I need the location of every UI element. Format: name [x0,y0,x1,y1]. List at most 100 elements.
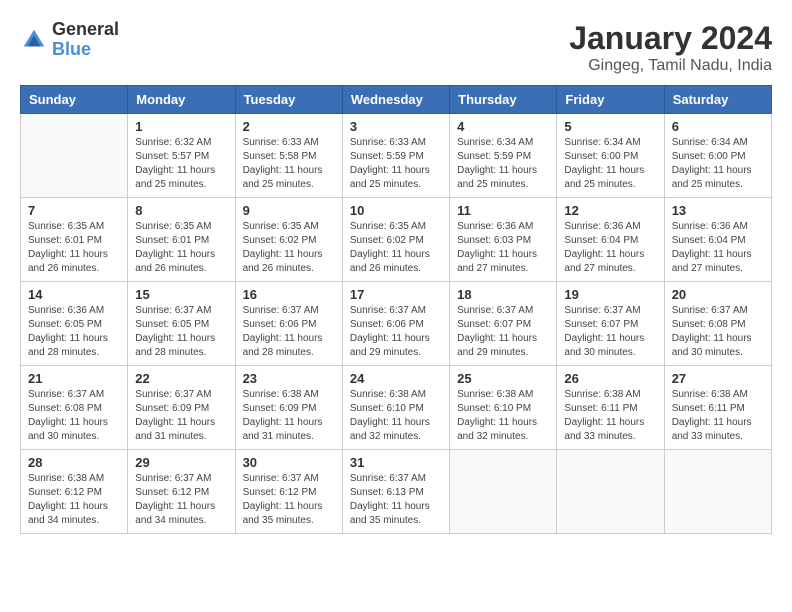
daylight-text: Daylight: 11 hours and 27 minutes. [672,248,764,276]
day-number: 24 [350,371,442,386]
day-number: 16 [243,287,335,302]
day-info: Sunrise: 6:37 AMSunset: 6:07 PMDaylight:… [457,304,549,360]
sunrise-text: Sunrise: 6:35 AM [243,220,335,234]
day-number: 27 [672,371,764,386]
sunset-text: Sunset: 6:02 PM [350,234,442,248]
day-number: 6 [672,119,764,134]
day-number: 29 [135,455,227,470]
calendar-cell: 11Sunrise: 6:36 AMSunset: 6:03 PMDayligh… [450,198,557,282]
weekday-header: Wednesday [342,86,449,114]
calendar-cell: 15Sunrise: 6:37 AMSunset: 6:05 PMDayligh… [128,282,235,366]
calendar-cell: 21 Sunrise: 6:37 AMSunset: 6:08 PMDayligh… [21,366,128,450]
day-info: Sunrise: 6:37 AMSunset: 6:06 PMDaylight:… [243,304,335,360]
logo-line2: Blue [52,40,119,60]
sunrise-text: Sunrise: 6:37 AM [135,304,227,318]
day-number: 30 [243,455,335,470]
day-info: Sunrise: 6:32 AMSunset: 5:57 PMDaylight:… [135,136,227,192]
sunrise-text: Sunrise: 6:36 AM [564,220,656,234]
calendar-cell: 12 Sunrise: 6:36 AMSunset: 6:04 PMDayligh… [557,198,664,282]
sunrise-text: Sunrise: 6:32 AM [135,136,227,150]
daylight-text: Daylight: 11 hours and 32 minutes. [457,416,549,444]
daylight-text: Daylight: 11 hours and 31 minutes. [135,416,227,444]
calendar-cell: 16 Sunrise: 6:37 AMSunset: 6:06 PMDayligh… [235,282,342,366]
sunrise-text: Sunrise: 6:34 AM [457,136,549,150]
sunrise-text: Sunrise: 6:37 AM [350,304,442,318]
sunset-text: Sunset: 6:07 PM [457,318,549,332]
calendar-cell [664,450,771,534]
day-number: 21 [28,371,120,386]
day-info: Sunrise: 6:36 AMSunset: 6:04 PMDaylight:… [564,220,656,276]
sunrise-text: Sunrise: 6:33 AM [350,136,442,150]
daylight-text: Daylight: 11 hours and 30 minutes. [672,332,764,360]
calendar-week-row: 28 Sunrise: 6:38 AM Sunset: 6:12 PM Dayligh… [21,450,772,534]
daylight-text: Daylight: 11 hours and 33 minutes. [564,416,656,444]
sunrise-text: Sunrise: 6:36 AM [28,304,120,318]
logo: General Blue [20,20,119,60]
sunrise-text: Sunrise: 6:37 AM [243,472,335,486]
logo-text: General Blue [52,20,119,60]
sunrise-text: Sunrise: 6:38 AM [28,472,120,486]
daylight-text: Daylight: 11 hours and 25 minutes. [457,164,549,192]
day-info: Sunrise: 6:38 AMSunset: 6:09 PMDaylight:… [243,388,335,444]
day-number: 17 [350,287,442,302]
sunset-text: Sunset: 6:12 PM [243,486,335,500]
day-info: Sunrise: 6:37 AMSunset: 6:12 PMDaylight:… [243,472,335,528]
logo-line1: General [52,20,119,40]
calendar-cell: 6Sunrise: 6:34 AMSunset: 6:00 PMDaylight… [664,114,771,198]
calendar-cell: 13Sunrise: 6:36 AMSunset: 6:04 PMDayligh… [664,198,771,282]
day-info: Sunrise: 6:37 AMSunset: 6:08 PMDaylight:… [672,304,764,360]
sunset-text: Sunset: 6:11 PM [672,402,764,416]
sunrise-text: Sunrise: 6:35 AM [350,220,442,234]
day-number: 4 [457,119,549,134]
sunset-text: Sunset: 6:06 PM [243,318,335,332]
calendar-cell: 29Sunrise: 6:37 AMSunset: 6:12 PMDayligh… [128,450,235,534]
calendar-cell: 8 Sunrise: 6:35 AMSunset: 6:01 PMDaylight… [128,198,235,282]
day-info: Sunrise: 6:38 AMSunset: 6:11 PMDaylight:… [672,388,764,444]
sunrise-text: Sunrise: 6:33 AM [243,136,335,150]
day-number: 28 [28,455,120,470]
day-number: 26 [564,371,656,386]
weekday-header: Saturday [664,86,771,114]
calendar-cell: 22Sunrise: 6:37 AMSunset: 6:09 PMDayligh… [128,366,235,450]
day-number: 8 [135,203,227,218]
calendar-cell: 20Sunrise: 6:37 AMSunset: 6:08 PMDayligh… [664,282,771,366]
daylight-text: Daylight: 11 hours and 27 minutes. [564,248,656,276]
daylight-text: Daylight: 11 hours and 29 minutes. [457,332,549,360]
sunset-text: Sunset: 6:04 PM [564,234,656,248]
sunset-text: Sunset: 6:09 PM [135,402,227,416]
page-header: General Blue January 2024 Gingeg, Tamil … [20,20,772,75]
daylight-text: Daylight: 11 hours and 25 minutes. [564,164,656,192]
day-info: Sunrise: 6:33 AMSunset: 5:59 PMDaylight:… [350,136,442,192]
daylight-text: Daylight: 11 hours and 31 minutes. [243,416,335,444]
calendar-cell: 24Sunrise: 6:38 AMSunset: 6:10 PMDayligh… [342,366,449,450]
sunset-text: Sunset: 6:08 PM [672,318,764,332]
calendar-cell: 30 Sunrise: 6:37 AMSunset: 6:12 PMDayligh… [235,450,342,534]
sunset-text: Sunset: 6:05 PM [28,318,120,332]
day-number: 10 [350,203,442,218]
daylight-text: Daylight: 11 hours and 25 minutes. [243,164,335,192]
day-info: Sunrise: 6:37 AMSunset: 6:08 PMDaylight:… [28,388,120,444]
daylight-text: Daylight: 11 hours and 34 minutes. [28,500,120,528]
sunset-text: Sunset: 6:06 PM [350,318,442,332]
calendar-subtitle: Gingeg, Tamil Nadu, India [569,57,772,75]
sunset-text: Sunset: 6:02 PM [243,234,335,248]
day-number: 23 [243,371,335,386]
sunrise-text: Sunrise: 6:35 AM [135,220,227,234]
day-number: 12 [564,203,656,218]
calendar-cell: 27 Sunrise: 6:38 AMSunset: 6:11 PMDayligh… [664,366,771,450]
sunrise-text: Sunrise: 6:38 AM [457,388,549,402]
day-info: Sunrise: 6:35 AMSunset: 6:01 PMDaylight:… [135,220,227,276]
calendar-cell: 28Sunrise: 6:38 AMSunset: 6:12 PMDayligh… [21,450,128,534]
daylight-text: Daylight: 11 hours and 35 minutes. [350,500,442,528]
daylight-text: Daylight: 11 hours and 26 minutes. [350,248,442,276]
calendar-cell [450,450,557,534]
day-info: Sunrise: 6:38 AMSunset: 6:11 PMDaylight:… [564,388,656,444]
weekday-header: Sunday [21,86,128,114]
sunset-text: Sunset: 6:05 PM [135,318,227,332]
calendar-cell: 17Sunrise: 6:37 AMSunset: 6:06 PMDayligh… [342,282,449,366]
calendar-cell [557,450,664,534]
day-info: Sunrise: 6:37 AMSunset: 6:07 PMDaylight:… [564,304,656,360]
sunrise-text: Sunrise: 6:37 AM [135,472,227,486]
logo-icon [20,26,48,54]
calendar-cell: 25Sunrise: 6:38 AMSunset: 6:10 PMDayligh… [450,366,557,450]
